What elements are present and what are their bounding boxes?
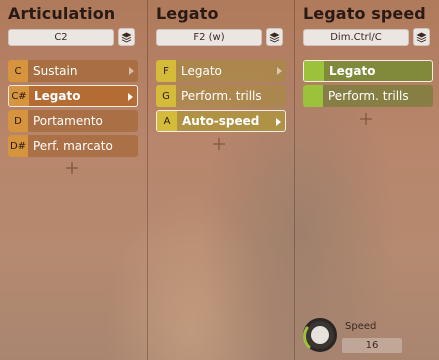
key-label: A: [157, 111, 177, 131]
add-legato-button[interactable]: [213, 138, 225, 150]
layers-icon: [269, 32, 280, 42]
articulation-item-sustain[interactable]: C Sustain: [8, 60, 138, 82]
articulation-layers-button[interactable]: [118, 28, 135, 46]
legato-item-legato[interactable]: F Legato: [156, 60, 286, 82]
legato-list: F Legato G Perform. trills A Auto-speed: [156, 60, 286, 135]
articulation-item-perf-marcato[interactable]: D# Perf. marcato: [8, 135, 138, 157]
add-articulation-button[interactable]: [66, 162, 78, 174]
articulation-item-portamento[interactable]: D Portamento: [8, 110, 138, 132]
key-label: D: [8, 110, 28, 132]
legato-title: Legato: [156, 4, 219, 23]
legato-speed-item-legato[interactable]: Legato: [303, 60, 433, 82]
articulation-item-legato[interactable]: C# Legato: [8, 85, 138, 107]
speed-label: Speed: [345, 321, 377, 332]
legato-selector[interactable]: F2 (w): [156, 29, 262, 46]
item-label: Portamento: [33, 114, 103, 128]
color-swatch: [303, 85, 323, 107]
item-label: Legato: [34, 89, 81, 103]
articulation-title: Articulation: [8, 4, 116, 23]
legato-column: Legato F2 (w) F Legato G Perform. trills…: [148, 0, 294, 360]
legato-speed-list: Legato Perform. trills: [303, 60, 433, 110]
layers-icon: [121, 32, 132, 42]
legato-layers-button[interactable]: [266, 28, 283, 46]
key-label: C: [8, 60, 28, 82]
key-label: G: [156, 85, 176, 107]
legato-speed-item-perform-trills[interactable]: Perform. trills: [303, 85, 433, 107]
speed-knob-cap: [311, 326, 329, 344]
item-label: Sustain: [33, 64, 78, 78]
key-label: C#: [9, 86, 29, 106]
articulation-column: Articulation C2 C Sustain C# Legato D Po…: [0, 0, 147, 360]
item-label: Legato: [181, 64, 222, 78]
legato-speed-selector[interactable]: Dim.Ctrl/C: [303, 29, 409, 46]
articulation-selector[interactable]: C2: [8, 29, 114, 46]
item-label: Legato: [329, 64, 376, 78]
color-swatch: [304, 61, 324, 81]
legato-speed-layers-button[interactable]: [413, 28, 430, 46]
chevron-right-icon[interactable]: [276, 118, 281, 126]
speed-value-field[interactable]: 16: [342, 338, 402, 353]
item-label: Perf. marcato: [33, 139, 113, 153]
key-label: F: [156, 60, 176, 82]
articulation-list: C Sustain C# Legato D Portamento D# Perf…: [8, 60, 138, 160]
legato-item-auto-speed[interactable]: A Auto-speed: [156, 110, 286, 132]
layers-icon: [416, 32, 427, 42]
chevron-right-icon[interactable]: [129, 67, 134, 75]
add-legato-speed-button[interactable]: [360, 113, 372, 125]
legato-item-perform-trills[interactable]: G Perform. trills: [156, 85, 286, 107]
legato-speed-column: Legato speed Dim.Ctrl/C Legato Perform. …: [295, 0, 439, 360]
legato-speed-title: Legato speed: [303, 4, 426, 23]
chevron-right-icon[interactable]: [128, 93, 133, 101]
item-label: Auto-speed: [182, 114, 260, 128]
item-label: Perform. trills: [328, 89, 409, 103]
chevron-right-icon[interactable]: [277, 67, 282, 75]
key-label: D#: [8, 135, 28, 157]
item-label: Perform. trills: [181, 89, 262, 103]
